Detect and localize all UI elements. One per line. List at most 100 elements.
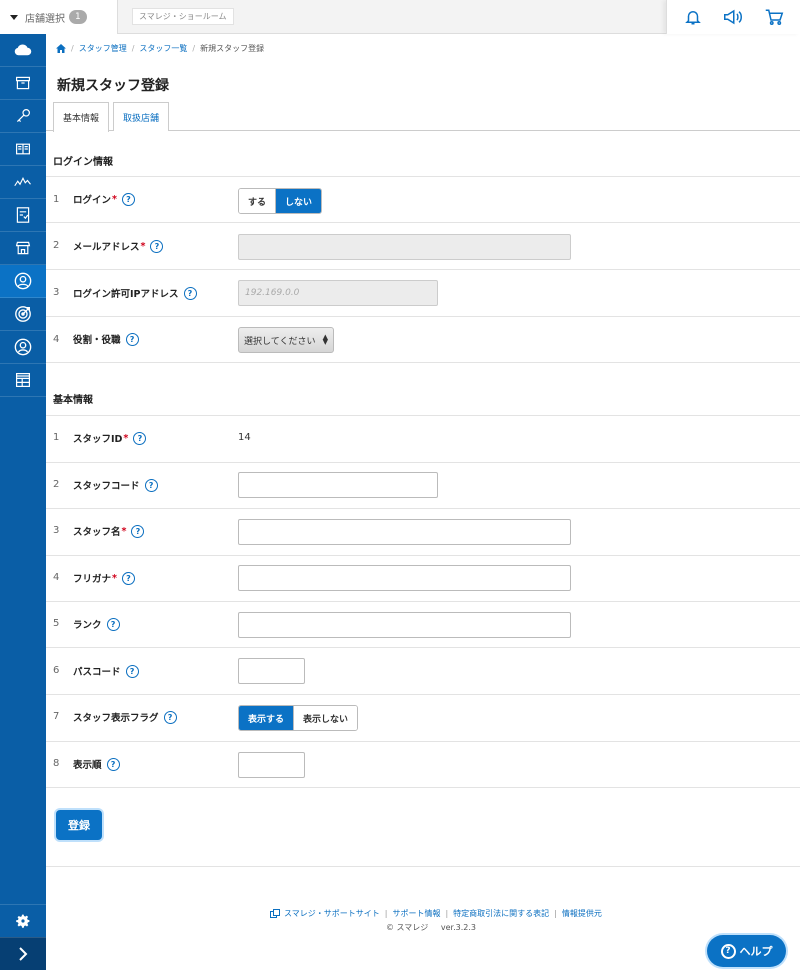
user-icon xyxy=(14,338,32,356)
required-mark: * xyxy=(123,432,129,444)
role-select[interactable]: 選択してください ▲ ▼ xyxy=(238,327,334,353)
cloud-icon xyxy=(14,44,32,56)
tab-stores[interactable]: 取扱店舗 xyxy=(113,102,170,131)
staff-name-field[interactable] xyxy=(238,519,571,545)
megaphone-icon[interactable] xyxy=(721,5,745,29)
field-label: スタッフ表示フラグ xyxy=(73,713,159,724)
display-on-button[interactable]: 表示する xyxy=(239,706,294,730)
required-mark: * xyxy=(121,525,127,537)
breadcrumb-staff-management[interactable]: スタッフ管理 xyxy=(79,43,127,54)
field-label: メールアドレス xyxy=(73,242,140,253)
help-icon[interactable]: ? xyxy=(163,710,177,724)
basic-section-title: 基本情報 xyxy=(53,395,93,406)
login-off-button[interactable]: しない xyxy=(275,189,322,213)
help-icon[interactable]: ? xyxy=(106,757,120,771)
furigana-field[interactable] xyxy=(238,565,571,591)
book-icon xyxy=(16,143,30,155)
help-button[interactable]: ? ヘルプ xyxy=(707,935,786,967)
ip-address-field[interactable]: 192.169.0.0 xyxy=(238,280,438,306)
help-icon[interactable]: ? xyxy=(121,571,135,585)
row-number: 4 xyxy=(53,334,60,345)
footer-link-provider[interactable]: 情報提供元 xyxy=(562,908,602,919)
help-icon[interactable]: ? xyxy=(106,617,120,631)
chevron-right-icon xyxy=(19,947,28,961)
display-order-label: 表示順? xyxy=(73,757,120,771)
breadcrumb-separator: / xyxy=(71,44,74,53)
help-icon[interactable]: ? xyxy=(131,524,145,538)
role-label: 役割・役職? xyxy=(73,332,139,346)
sidebar-item-key[interactable] xyxy=(0,100,46,133)
help-icon[interactable]: ? xyxy=(133,431,147,445)
top-bar: 店舗選択 1 スマレジ・ショールーム xyxy=(0,0,800,34)
row-number: 5 xyxy=(53,618,60,629)
footer-separator: | xyxy=(384,909,388,918)
bell-icon[interactable] xyxy=(681,5,705,29)
sidebar-item-reports[interactable] xyxy=(0,199,46,232)
divider xyxy=(46,269,800,270)
register-button[interactable]: 登録 xyxy=(56,810,102,840)
field-label: ログイン xyxy=(73,195,112,206)
login-on-button[interactable]: する xyxy=(239,189,276,213)
help-icon[interactable]: ? xyxy=(125,664,139,678)
sidebar-item-products[interactable] xyxy=(0,67,46,100)
sidebar-item-users[interactable] xyxy=(0,331,46,364)
main-content: / スタッフ管理 / スタッフ一覧 / 新規スタッフ登録 新規スタッフ登録 基本… xyxy=(46,34,800,970)
cart-icon[interactable] xyxy=(762,5,786,29)
sidebar-item-cloud[interactable] xyxy=(0,34,46,67)
help-icon[interactable]: ? xyxy=(144,478,158,492)
sidebar-expand[interactable] xyxy=(0,937,46,970)
display-order-field[interactable] xyxy=(238,752,305,778)
top-actions xyxy=(666,0,800,34)
help-icon[interactable]: ? xyxy=(183,286,197,300)
required-mark: * xyxy=(140,240,146,252)
footer-link-support-site[interactable]: スマレジ・サポートサイト xyxy=(284,908,380,919)
staff-icon xyxy=(14,272,32,290)
rank-field[interactable] xyxy=(238,612,571,638)
sidebar-item-target[interactable] xyxy=(0,298,46,331)
row-number: 1 xyxy=(53,432,60,443)
breadcrumb-staff-list[interactable]: スタッフ一覧 xyxy=(139,43,187,54)
question-icon: ? xyxy=(720,943,736,959)
divider xyxy=(46,316,800,317)
store-tag[interactable]: スマレジ・ショールーム xyxy=(132,8,234,25)
external-link-icon xyxy=(270,909,280,918)
field-label: パスコード xyxy=(73,667,121,678)
sidebar-settings[interactable] xyxy=(0,904,46,937)
help-icon[interactable]: ? xyxy=(121,192,135,206)
required-mark: * xyxy=(112,193,117,205)
display-off-button[interactable]: 表示しない xyxy=(293,706,358,730)
passcode-field[interactable] xyxy=(238,658,305,684)
staff-code-field[interactable] xyxy=(238,472,438,498)
footer-link-legal[interactable]: 特定商取引法に関する表記 xyxy=(453,908,549,919)
divider xyxy=(46,362,800,363)
field-label: ランク xyxy=(73,620,102,631)
login-section-title: ログイン情報 xyxy=(53,157,113,168)
store-icon xyxy=(15,241,31,255)
breadcrumb: / スタッフ管理 / スタッフ一覧 / 新規スタッフ登録 xyxy=(56,43,264,54)
rank-label: ランク? xyxy=(73,617,120,631)
sidebar-item-store[interactable] xyxy=(0,232,46,265)
email-field[interactable] xyxy=(238,234,571,260)
caret-down-icon xyxy=(10,14,18,20)
footer-separator: | xyxy=(554,909,557,918)
field-label: スタッフID xyxy=(73,434,123,445)
divider xyxy=(46,508,800,509)
help-icon[interactable]: ? xyxy=(150,239,164,253)
breadcrumb-separator: / xyxy=(131,44,135,53)
login-toggle: する しない xyxy=(238,188,323,214)
report-icon xyxy=(16,207,30,223)
row-number: 3 xyxy=(53,525,60,536)
home-icon[interactable] xyxy=(56,44,66,53)
key-icon xyxy=(16,109,31,123)
store-select-dropdown[interactable]: 店舗選択 1 xyxy=(0,0,118,34)
help-icon[interactable]: ? xyxy=(125,332,139,346)
field-label: ログイン許可IPアドレス xyxy=(73,289,179,300)
footer-copyright: © スマレジ ver.3.2.3 xyxy=(386,922,476,933)
sidebar-item-book[interactable] xyxy=(0,133,46,166)
footer-link-support-info[interactable]: サポート情報 xyxy=(392,908,440,919)
store-select-label: 店舗選択 xyxy=(25,13,65,25)
sidebar-item-staff[interactable] xyxy=(0,265,46,298)
tab-basic-info[interactable]: 基本情報 xyxy=(53,102,110,132)
sidebar-item-grid[interactable] xyxy=(0,364,46,397)
sidebar-item-analytics[interactable] xyxy=(0,166,46,199)
